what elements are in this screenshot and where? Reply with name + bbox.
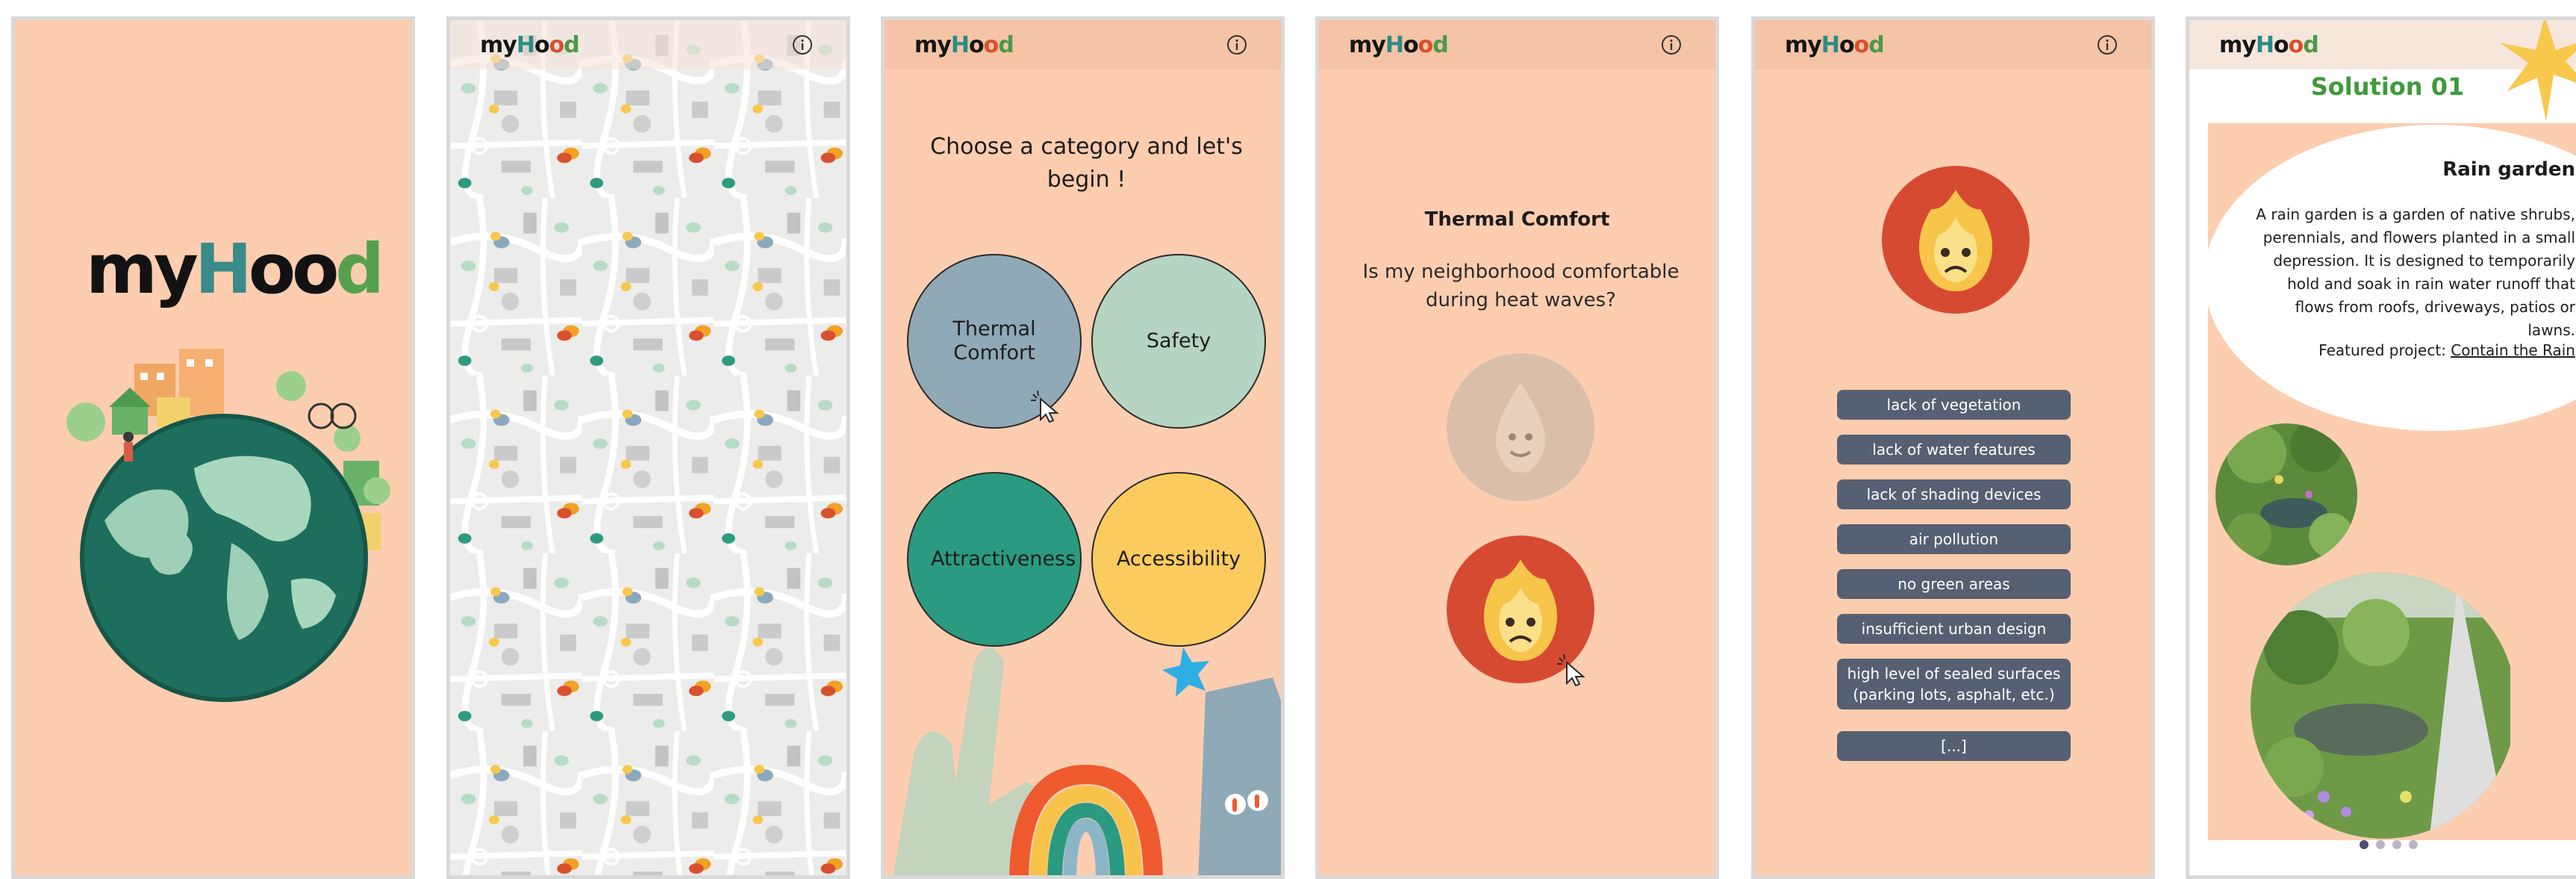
brand-part-o1: o — [2273, 32, 2289, 58]
brand-part-my: my — [1785, 32, 1822, 58]
info-icon[interactable] — [2096, 34, 2118, 56]
cause-button-more[interactable]: [...] — [1837, 731, 2071, 761]
brand-part-o2: o — [1853, 32, 1870, 58]
cause-button-no-green-areas[interactable]: no green areas — [1837, 569, 2071, 599]
carousel-dot[interactable] — [2360, 840, 2368, 849]
top-bar: myHood — [450, 20, 846, 69]
brand-part-my: my — [480, 32, 517, 58]
carousel-dot[interactable] — [2392, 840, 2401, 849]
top-bar: myHood — [1755, 20, 2151, 69]
logo-part-h: H — [194, 229, 252, 309]
category-accessibility[interactable]: Accessibility — [1091, 472, 1266, 647]
brand-part-h: H — [1385, 32, 1404, 58]
brand-part-d: d — [1868, 32, 1885, 58]
category-label: Accessibility — [1116, 547, 1241, 571]
map-screen: myHood — [446, 16, 850, 879]
brand-part-d: d — [998, 32, 1014, 58]
causes-screen: myHood lack of vegetation lack of water … — [1751, 16, 2155, 879]
peace-rainbow-illustration — [893, 647, 1281, 875]
brand-part-d: d — [564, 32, 580, 58]
solution-description: A rain garden is a garden of native shru… — [2256, 205, 2575, 339]
question-text: Is my neighborhood comfortable during he… — [1362, 261, 1680, 311]
brand-part-h: H — [516, 32, 535, 58]
carousel-indicator — [2360, 840, 2427, 851]
category-label: Attractiveness — [931, 547, 1076, 571]
category-label: Safety — [1146, 329, 1211, 352]
logo-part-my: my — [86, 229, 199, 309]
solution-card-title: Rain garden — [2442, 158, 2575, 181]
globe-with-city-illustration — [66, 349, 390, 702]
brand-part-o2: o — [549, 32, 565, 58]
carousel-dot[interactable] — [2409, 840, 2418, 849]
brand-part-my: my — [2219, 32, 2257, 58]
water-drop-face-icon[interactable] — [1447, 353, 1594, 501]
myhood-logo: myHood — [86, 229, 384, 309]
cause-button-lack-of-vegetation[interactable]: lack of vegetation — [1837, 390, 2071, 420]
sad-flame-face-icon — [1882, 166, 2030, 314]
question-category-title: Thermal Comfort — [1424, 208, 1610, 231]
neighborhood-map[interactable] — [450, 20, 846, 875]
info-icon[interactable] — [1226, 34, 1248, 56]
featured-project: Featured project: Contain the Rain — [2318, 341, 2575, 359]
solution-screen: myHood Solution 01 Rain garden A rain ga… — [2186, 16, 2576, 879]
info-icon[interactable] — [791, 34, 814, 56]
brand-part-o2: o — [1418, 32, 1434, 58]
logo-part-d: d — [335, 229, 384, 309]
top-bar: myHood — [885, 20, 1281, 69]
logo-part-o2: o — [292, 229, 339, 309]
brand-logo[interactable]: myHood — [2219, 32, 2319, 58]
brand-part-o2: o — [983, 32, 999, 58]
featured-project-label: Featured project: — [2318, 341, 2451, 359]
brand-logo[interactable]: myHood — [480, 32, 580, 58]
cause-button-lack-of-shading-devices[interactable]: lack of shading devices — [1837, 479, 2071, 509]
logo-part-o1: o — [248, 229, 296, 309]
brand-part-my: my — [914, 32, 952, 58]
brand-part-my: my — [1349, 32, 1386, 58]
category-screen: myHood Choose a category and let's begin… — [881, 16, 1285, 879]
category-safety[interactable]: Safety — [1091, 254, 1266, 429]
brand-part-h: H — [950, 32, 970, 58]
cause-button-insufficient-urban-design[interactable]: insufficient urban design — [1837, 614, 2071, 644]
top-bar: myHood — [1319, 20, 1715, 69]
featured-project-link[interactable]: Contain the Rain — [2451, 341, 2575, 359]
category-attractiveness[interactable]: Attractiveness — [907, 472, 1082, 647]
splash-screen: myHood — [11, 16, 415, 879]
brand-logo[interactable]: myHood — [1349, 32, 1449, 58]
click-cursor-icon — [1557, 653, 1585, 686]
brand-part-o1: o — [1403, 32, 1419, 58]
brand-logo[interactable]: myHood — [1785, 32, 1885, 58]
brand-logo[interactable]: myHood — [914, 32, 1014, 58]
brand-part-h: H — [1821, 32, 1840, 58]
brand-part-o1: o — [534, 32, 550, 58]
carousel-dot[interactable] — [2376, 840, 2385, 849]
brand-part-o1: o — [1839, 32, 1855, 58]
cause-button-lack-of-water-features[interactable]: lack of water features — [1837, 435, 2071, 465]
cause-button-air-pollution[interactable]: air pollution — [1837, 524, 2071, 554]
brand-part-h: H — [2255, 32, 2274, 58]
question-screen: myHood Thermal Comfort Is my neighborhoo… — [1315, 16, 1719, 879]
info-icon[interactable] — [1660, 34, 1682, 56]
rain-garden-photos — [2215, 423, 2510, 839]
sun-rays-icon — [2500, 20, 2576, 121]
brand-part-o2: o — [2288, 32, 2304, 58]
brand-part-o1: o — [968, 32, 985, 58]
click-cursor-icon — [1031, 390, 1059, 423]
brand-part-d: d — [2303, 32, 2319, 58]
cause-button-sealed-surfaces[interactable]: high level of sealed surfaces (parking l… — [1837, 659, 2071, 709]
brand-part-d: d — [1432, 32, 1449, 58]
category-label: Thermal Comfort — [952, 317, 1036, 364]
category-prompt: Choose a category and let's begin ! — [930, 134, 1243, 193]
